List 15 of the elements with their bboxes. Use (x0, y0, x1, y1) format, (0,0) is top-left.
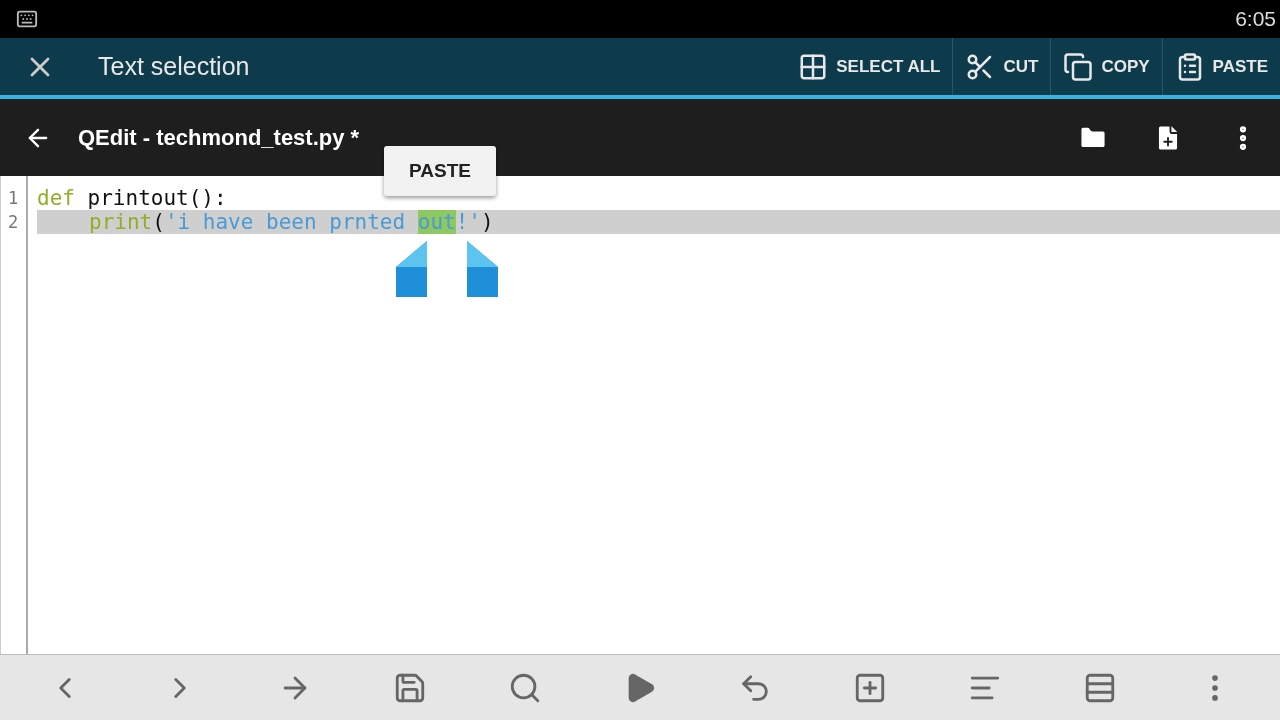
line-number: 1 (6, 188, 20, 208)
keyboard-icon (16, 8, 38, 30)
action-button[interactable]: CUT (952, 38, 1051, 95)
selection-handle-icon[interactable] (465, 241, 501, 299)
code-line: def printout(): (37, 186, 228, 210)
paste-popup[interactable]: PASTE (384, 146, 496, 196)
action-button[interactable]: SELECT ALL (786, 38, 953, 95)
action-button[interactable]: COPY (1050, 38, 1162, 95)
mode-title: Text selection (98, 52, 251, 81)
copy-icon (1063, 51, 1094, 82)
selection-handle-icon[interactable] (393, 241, 429, 299)
file-title: QEdit - techmond_test.py * (78, 124, 361, 151)
clock-time: 6:05 (1235, 7, 1276, 31)
action-button[interactable]: PASTE (1161, 38, 1280, 95)
line-number: 2 (6, 212, 20, 232)
